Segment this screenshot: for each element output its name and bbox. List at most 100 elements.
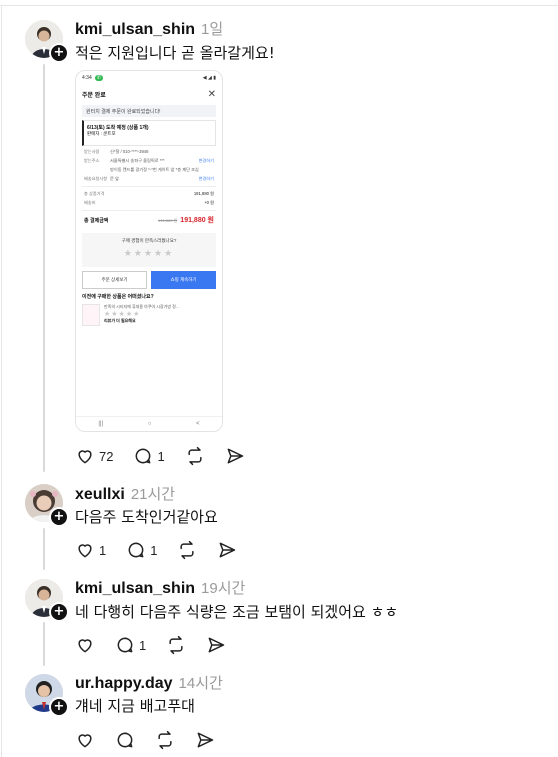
timestamp: 21시간 — [130, 486, 176, 503]
username[interactable]: xeullxi — [75, 486, 125, 503]
like-count: 72 — [99, 448, 114, 464]
follow-plus-icon[interactable]: + — [49, 43, 69, 63]
share-button[interactable] — [217, 540, 237, 560]
info-key — [84, 167, 110, 173]
phone-nav-bar: ||| ○ < — [76, 416, 222, 431]
info-row: 받는사람 신*철 / 010-****-3948 — [76, 149, 222, 155]
total-amount: 191,880 원 — [180, 217, 214, 224]
avatar[interactable]: + — [25, 674, 69, 717]
send-icon — [220, 542, 236, 558]
post-meta: kmi_ulsan_shin 19시간 — [75, 577, 245, 598]
follow-plus-icon[interactable]: + — [49, 602, 69, 622]
product-item: 만족의 시티지에 휴대용 아쿠아 시장가방 정... ★★★★★ 리뷰가 더 필… — [82, 304, 216, 326]
like-button[interactable]: 72 — [75, 446, 113, 466]
close-icon: ✕ — [207, 88, 216, 100]
back-icon: < — [196, 421, 200, 427]
username[interactable]: kmi_ulsan_shin — [75, 21, 195, 38]
username[interactable]: ur.happy.day — [75, 675, 173, 692]
comment-icon — [117, 637, 133, 653]
post-actions: 1 1 — [75, 538, 257, 562]
review-prompt: 리뷰가 더 필요해요 — [104, 318, 136, 323]
post-actions: 1 — [75, 633, 246, 657]
share-button[interactable] — [195, 730, 215, 750]
follow-plus-icon[interactable]: + — [49, 507, 69, 527]
price-key: 배송비 — [84, 200, 96, 205]
username[interactable]: kmi_ulsan_shin — [75, 580, 195, 597]
continue-shopping-button: 쇼핑 계속하기 — [151, 271, 216, 289]
repost-button[interactable] — [185, 446, 205, 466]
price-value: 191,880 원 — [193, 191, 214, 196]
repost-button[interactable] — [155, 730, 175, 750]
repost-icon — [180, 540, 195, 560]
change-link: 변경하기 — [198, 176, 214, 181]
info-row: 받는주소 서울특별시 송파구 올림픽로 *** 변경하기 — [76, 158, 222, 164]
total-label: 총 결제금액 — [84, 217, 109, 224]
recent-apps-icon: ||| — [98, 421, 104, 427]
reply-count: 1 — [139, 637, 147, 653]
info-value: 서울특별시 송파구 올림픽로 *** — [110, 158, 165, 163]
reply-button[interactable]: 1 — [126, 540, 157, 560]
post-meta: ur.happy.day 14시간 — [75, 672, 223, 693]
change-link: 변경하기 — [198, 158, 214, 163]
reply-button[interactable]: 1 — [133, 446, 165, 466]
send-icon — [208, 637, 225, 653]
phone-header-title: 주문 완료 — [82, 92, 106, 99]
post-text: 적은 지원입니다 곧 올라갈게요! — [75, 44, 275, 62]
timestamp: 1일 — [201, 21, 224, 38]
info-value: 방이동 캔드롤 광기정 *-*번 게이트 앞 *층 계단 조심 — [110, 167, 199, 172]
reply-button[interactable] — [115, 730, 135, 750]
star-rating-icon: ★★★★★ — [104, 311, 141, 318]
post-actions — [75, 728, 235, 752]
timestamp: 19시간 — [201, 580, 246, 597]
post-text: 네 다행히 다음주 식량은 조금 보탬이 되겠어요 ㅎㅎ — [75, 603, 399, 621]
avatar[interactable]: + — [25, 484, 69, 527]
section-title: 이전에 구매한 상품은 어떠셨나요? — [82, 294, 154, 300]
send-icon — [227, 448, 243, 464]
price-key: 총 상품가격 — [84, 191, 105, 196]
home-icon: ○ — [147, 421, 152, 427]
like-button[interactable]: 1 — [75, 540, 106, 560]
timestamp: 14시간 — [178, 675, 223, 692]
order-detail-button: 주문 상세보기 — [82, 271, 147, 289]
rating-box: 구매 경험이 만족스러웠나요? ★★★★★ — [82, 233, 216, 267]
like-button[interactable] — [75, 730, 95, 750]
star-rating-icon: ★★★★★ — [123, 248, 175, 258]
repost-icon — [188, 446, 202, 466]
info-value: 신*철 / 010-****-3948 — [110, 149, 149, 154]
post-text: 걔네 지금 배고푸대 — [75, 697, 195, 715]
like-count: 1 — [99, 542, 107, 558]
total-row: 총 결제금액 191,880 원 191,880 원 — [76, 215, 222, 225]
call-badge-icon: ✆ — [94, 75, 103, 81]
rating-question: 구매 경험이 만족스러웠나요? — [121, 238, 177, 243]
reply-count: 1 — [150, 542, 158, 558]
thread-connector — [43, 64, 45, 472]
reply-button[interactable]: 1 — [115, 635, 146, 655]
phone-status-icons: ◀ ◢ ▮ — [202, 75, 216, 81]
avatar[interactable]: + — [25, 579, 69, 622]
attached-screenshot[interactable]: 4:34 ✆ ◀ ◢ ▮ 주문 완료 ✕ 원터치 결제 주문이 완료되었습니다!… — [75, 70, 223, 432]
phone-status-bar: 4:34 ✆ ◀ ◢ ▮ — [76, 71, 222, 85]
heart-icon — [78, 544, 92, 558]
divider — [82, 186, 216, 187]
comment-icon — [117, 732, 133, 748]
info-key: 받는사람 — [84, 149, 100, 154]
divider — [82, 210, 216, 211]
product-thumbnail — [82, 304, 100, 326]
order-complete-banner: 원터치 결제 주문이 완료되었습니다! — [82, 105, 216, 117]
like-button[interactable] — [75, 635, 95, 655]
price-row: 배송비 +0 원 — [76, 200, 222, 206]
post-meta: xeullxi 21시간 — [75, 483, 175, 504]
top-divider — [0, 5, 558, 6]
info-row: 배송요청사항 문 앞 변경하기 — [76, 176, 222, 182]
repost-button[interactable] — [177, 540, 197, 560]
info-row: 방이동 캔드롤 광기정 *-*번 게이트 앞 *층 계단 조심 — [76, 167, 222, 173]
repost-button[interactable] — [166, 635, 186, 655]
avatar[interactable]: + — [25, 20, 69, 63]
heart-icon — [78, 734, 92, 748]
post-actions: 72 1 — [75, 444, 265, 468]
share-button[interactable] — [206, 635, 226, 655]
phone-time: 4:34 — [82, 75, 92, 81]
share-button[interactable] — [225, 446, 245, 466]
follow-plus-icon[interactable]: + — [49, 697, 69, 717]
reply-count: 1 — [157, 448, 165, 464]
